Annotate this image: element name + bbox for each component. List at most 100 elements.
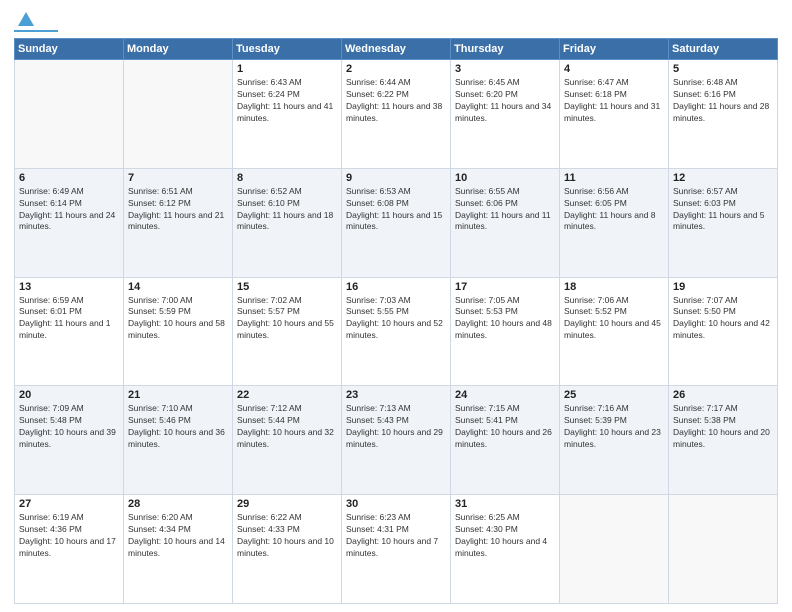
weekday-header-friday: Friday [560,39,669,60]
day-number: 7 [128,172,228,184]
calendar-cell: 7 Sunrise: 6:51 AM Sunset: 6:12 PM Daylig… [124,168,233,277]
calendar-cell: 26 Sunrise: 7:17 AM Sunset: 5:38 PM Dayli… [669,386,778,495]
week-row-4: 20 Sunrise: 7:09 AM Sunset: 5:48 PM Dayli… [15,386,778,495]
day-info: Sunrise: 6:23 AM Sunset: 4:31 PM Dayligh… [346,512,446,560]
weekday-header-thursday: Thursday [451,39,560,60]
week-row-3: 13 Sunrise: 6:59 AM Sunset: 6:01 PM Dayli… [15,277,778,386]
calendar-cell: 15 Sunrise: 7:02 AM Sunset: 5:57 PM Dayli… [233,277,342,386]
day-number: 24 [455,389,555,401]
day-info: Sunrise: 6:19 AM Sunset: 4:36 PM Dayligh… [19,512,119,560]
day-info: Sunrise: 7:15 AM Sunset: 5:41 PM Dayligh… [455,403,555,451]
weekday-header-row: SundayMondayTuesdayWednesdayThursdayFrid… [15,39,778,60]
logo [14,10,60,32]
day-info: Sunrise: 6:43 AM Sunset: 6:24 PM Dayligh… [237,77,337,125]
day-info: Sunrise: 6:48 AM Sunset: 6:16 PM Dayligh… [673,77,773,125]
calendar-cell: 6 Sunrise: 6:49 AM Sunset: 6:14 PM Daylig… [15,168,124,277]
day-info: Sunrise: 6:49 AM Sunset: 6:14 PM Dayligh… [19,186,119,234]
day-info: Sunrise: 7:17 AM Sunset: 5:38 PM Dayligh… [673,403,773,451]
day-info: Sunrise: 7:10 AM Sunset: 5:46 PM Dayligh… [128,403,228,451]
calendar-table: SundayMondayTuesdayWednesdayThursdayFrid… [14,38,778,604]
day-number: 12 [673,172,773,184]
day-number: 13 [19,281,119,293]
calendar-cell: 28 Sunrise: 6:20 AM Sunset: 4:34 PM Dayli… [124,495,233,604]
day-number: 14 [128,281,228,293]
weekday-header-monday: Monday [124,39,233,60]
calendar-cell: 30 Sunrise: 6:23 AM Sunset: 4:31 PM Dayli… [342,495,451,604]
day-info: Sunrise: 7:16 AM Sunset: 5:39 PM Dayligh… [564,403,664,451]
page: SundayMondayTuesdayWednesdayThursdayFrid… [0,0,792,612]
calendar-cell: 4 Sunrise: 6:47 AM Sunset: 6:18 PM Daylig… [560,60,669,169]
day-number: 28 [128,498,228,510]
weekday-header-tuesday: Tuesday [233,39,342,60]
day-number: 11 [564,172,664,184]
header [14,10,778,32]
day-info: Sunrise: 6:22 AM Sunset: 4:33 PM Dayligh… [237,512,337,560]
day-info: Sunrise: 7:06 AM Sunset: 5:52 PM Dayligh… [564,295,664,343]
day-info: Sunrise: 7:07 AM Sunset: 5:50 PM Dayligh… [673,295,773,343]
calendar-cell [669,495,778,604]
day-number: 10 [455,172,555,184]
weekday-header-sunday: Sunday [15,39,124,60]
day-info: Sunrise: 7:00 AM Sunset: 5:59 PM Dayligh… [128,295,228,343]
day-number: 21 [128,389,228,401]
calendar-cell: 1Sunrise: 6:43 AM Sunset: 6:24 PM Daylig… [233,60,342,169]
calendar-cell: 2Sunrise: 6:44 AM Sunset: 6:22 PM Daylig… [342,60,451,169]
day-number: 26 [673,389,773,401]
day-number: 18 [564,281,664,293]
day-number: 29 [237,498,337,510]
calendar-cell: 24 Sunrise: 7:15 AM Sunset: 5:41 PM Dayli… [451,386,560,495]
calendar-cell: 19Sunrise: 7:07 AM Sunset: 5:50 PM Dayli… [669,277,778,386]
logo-line [14,30,58,32]
calendar-cell: 20 Sunrise: 7:09 AM Sunset: 5:48 PM Dayli… [15,386,124,495]
day-number: 16 [346,281,446,293]
day-info: Sunrise: 6:55 AM Sunset: 6:06 PM Dayligh… [455,186,555,234]
logo-icon [16,10,36,30]
day-info: Sunrise: 6:56 AM Sunset: 6:05 PM Dayligh… [564,186,664,234]
day-info: Sunrise: 7:13 AM Sunset: 5:43 PM Dayligh… [346,403,446,451]
calendar-cell: 11 Sunrise: 6:56 AM Sunset: 6:05 PM Dayli… [560,168,669,277]
day-info: Sunrise: 6:53 AM Sunset: 6:08 PM Dayligh… [346,186,446,234]
day-info: Sunrise: 6:47 AM Sunset: 6:18 PM Dayligh… [564,77,664,125]
day-number: 20 [19,389,119,401]
day-info: Sunrise: 7:09 AM Sunset: 5:48 PM Dayligh… [19,403,119,451]
day-info: Sunrise: 6:51 AM Sunset: 6:12 PM Dayligh… [128,186,228,234]
calendar-cell: 3Sunrise: 6:45 AM Sunset: 6:20 PM Daylig… [451,60,560,169]
day-number: 6 [19,172,119,184]
calendar-cell: 23Sunrise: 7:13 AM Sunset: 5:43 PM Dayli… [342,386,451,495]
day-info: Sunrise: 6:20 AM Sunset: 4:34 PM Dayligh… [128,512,228,560]
calendar-cell: 25 Sunrise: 7:16 AM Sunset: 5:39 PM Dayli… [560,386,669,495]
day-info: Sunrise: 7:02 AM Sunset: 5:57 PM Dayligh… [237,295,337,343]
day-info: Sunrise: 6:57 AM Sunset: 6:03 PM Dayligh… [673,186,773,234]
day-number: 22 [237,389,337,401]
calendar-cell: 12 Sunrise: 6:57 AM Sunset: 6:03 PM Dayli… [669,168,778,277]
calendar-cell: 18 Sunrise: 7:06 AM Sunset: 5:52 PM Dayli… [560,277,669,386]
calendar-cell: 31Sunrise: 6:25 AM Sunset: 4:30 PM Dayli… [451,495,560,604]
calendar-cell [560,495,669,604]
day-info: Sunrise: 6:52 AM Sunset: 6:10 PM Dayligh… [237,186,337,234]
day-number: 17 [455,281,555,293]
day-number: 15 [237,281,337,293]
calendar-cell: 10 Sunrise: 6:55 AM Sunset: 6:06 PM Dayli… [451,168,560,277]
day-number: 25 [564,389,664,401]
week-row-1: 1Sunrise: 6:43 AM Sunset: 6:24 PM Daylig… [15,60,778,169]
weekday-header-wednesday: Wednesday [342,39,451,60]
calendar-cell: 13 Sunrise: 6:59 AM Sunset: 6:01 PM Dayli… [15,277,124,386]
day-info: Sunrise: 6:59 AM Sunset: 6:01 PM Dayligh… [19,295,119,343]
day-number: 9 [346,172,446,184]
calendar-cell: 21 Sunrise: 7:10 AM Sunset: 5:46 PM Dayli… [124,386,233,495]
calendar-cell: 16 Sunrise: 7:03 AM Sunset: 5:55 PM Dayli… [342,277,451,386]
weekday-header-saturday: Saturday [669,39,778,60]
calendar-cell: 5 Sunrise: 6:48 AM Sunset: 6:16 PM Daylig… [669,60,778,169]
day-info: Sunrise: 7:12 AM Sunset: 5:44 PM Dayligh… [237,403,337,451]
day-info: Sunrise: 7:03 AM Sunset: 5:55 PM Dayligh… [346,295,446,343]
day-number: 30 [346,498,446,510]
calendar-cell: 9 Sunrise: 6:53 AM Sunset: 6:08 PM Daylig… [342,168,451,277]
day-number: 5 [673,63,773,75]
calendar-cell: 8Sunrise: 6:52 AM Sunset: 6:10 PM Daylig… [233,168,342,277]
day-number: 31 [455,498,555,510]
day-number: 4 [564,63,664,75]
calendar-cell: 27Sunrise: 6:19 AM Sunset: 4:36 PM Dayli… [15,495,124,604]
day-number: 3 [455,63,555,75]
week-row-2: 6 Sunrise: 6:49 AM Sunset: 6:14 PM Daylig… [15,168,778,277]
day-info: Sunrise: 7:05 AM Sunset: 5:53 PM Dayligh… [455,295,555,343]
